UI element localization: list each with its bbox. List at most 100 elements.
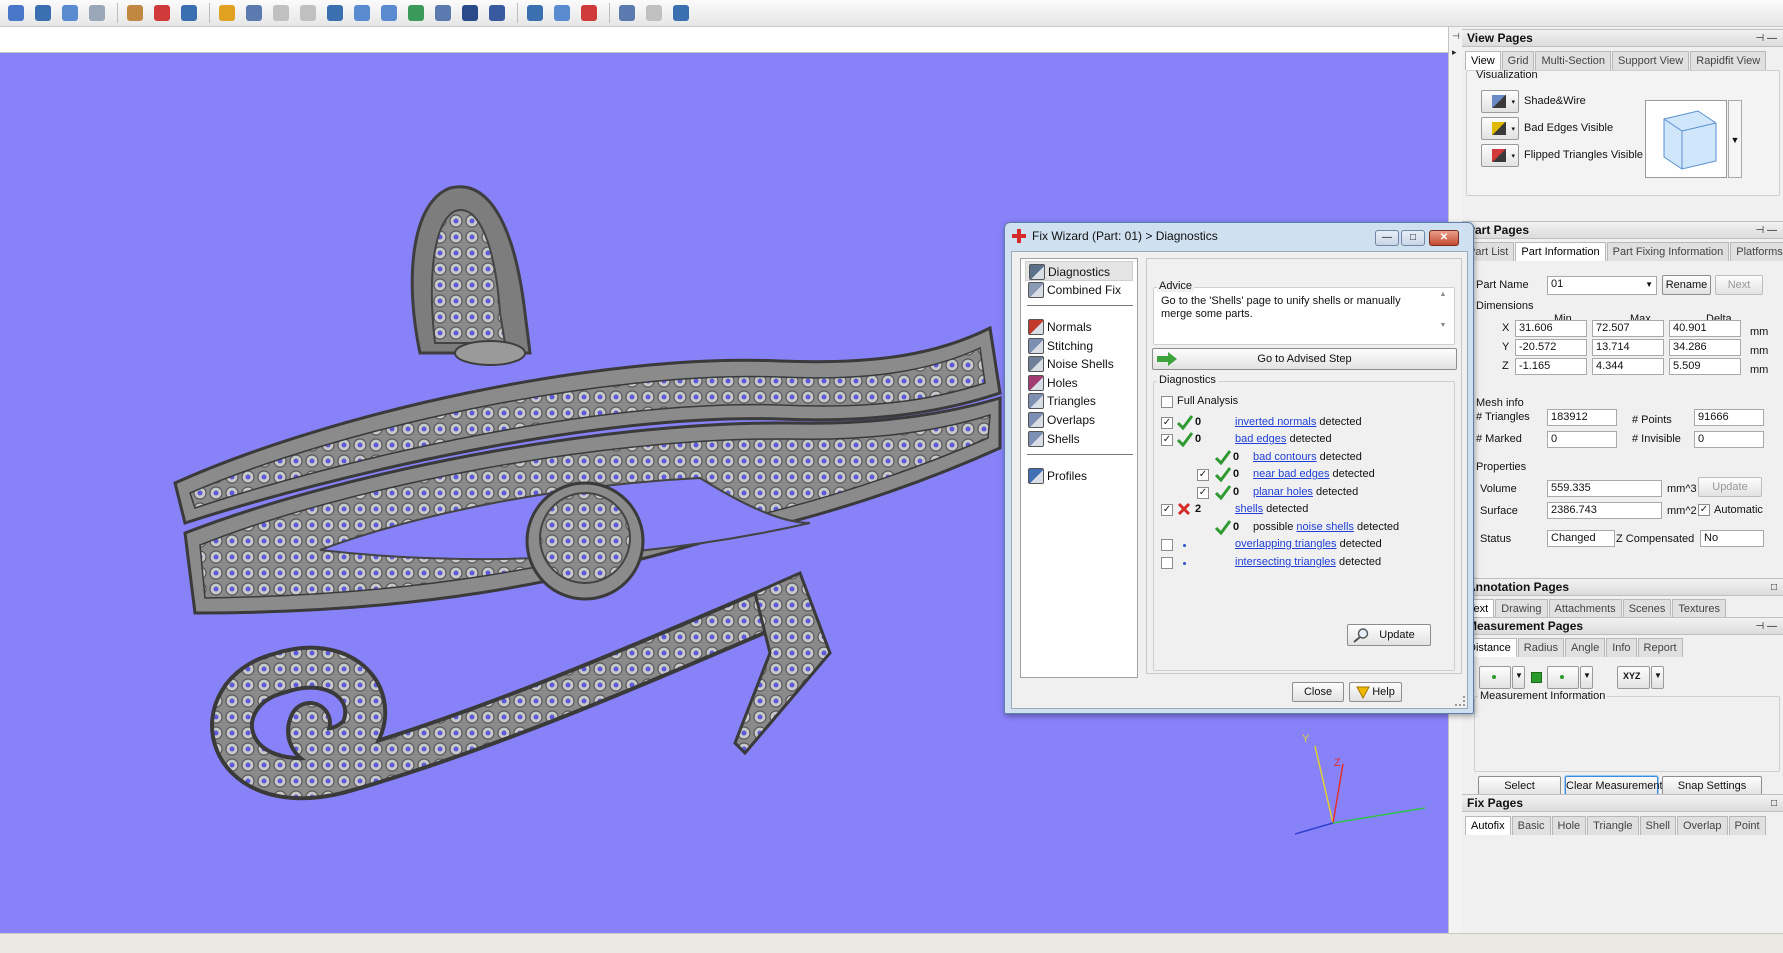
view-tab-grid[interactable]: Grid <box>1501 51 1535 70</box>
diagnostic-link[interactable]: overlapping triangles <box>1235 538 1337 550</box>
link-button[interactable] <box>577 2 601 24</box>
diagnostic-link[interactable]: bad edges <box>1235 433 1286 445</box>
disabled-tool-button[interactable] <box>296 2 320 24</box>
part-pages-header[interactable]: Part Pages ⊣ — <box>1462 221 1783 239</box>
pin-icon[interactable]: ⊣ <box>1452 31 1460 42</box>
flipped-triangles-button[interactable]: ▾ <box>1481 144 1519 167</box>
shade-wire-button[interactable]: ▾ <box>1481 90 1519 113</box>
view-tab-multi-section[interactable]: Multi-Section <box>1535 51 1612 70</box>
measurement-tab-radius[interactable]: Radius <box>1517 638 1565 657</box>
rename-button[interactable]: Rename <box>1662 275 1711 295</box>
view-tab-view[interactable]: View <box>1465 51 1501 70</box>
diagnostic-link[interactable]: shells <box>1235 503 1263 515</box>
measure-button[interactable] <box>615 2 639 24</box>
lightning-button[interactable] <box>523 2 547 24</box>
measurement-tab-info[interactable]: Info <box>1606 638 1637 657</box>
help-button[interactable]: Help <box>1349 682 1402 702</box>
copy-parts-button[interactable] <box>58 2 82 24</box>
fix-tab-autofix[interactable]: Autofix <box>1465 816 1511 835</box>
collapse-arrow-icon[interactable]: ▸ <box>1452 47 1457 58</box>
next-button[interactable]: Next <box>1715 275 1763 295</box>
fix-tab-overlap[interactable]: Overlap <box>1676 816 1728 835</box>
fix-tab-triangle[interactable]: Triangle <box>1587 816 1639 835</box>
paste-button[interactable] <box>85 2 109 24</box>
diagnostic-link[interactable]: bad contours <box>1253 451 1317 463</box>
view-cube-dropdown-icon[interactable]: ▼ <box>1728 100 1742 178</box>
dialog-close-icon[interactable]: ✕ <box>1429 230 1459 246</box>
fix-tab-hole[interactable]: Hole <box>1551 816 1587 835</box>
advice-scrollbar[interactable]: ▲ ▼ <box>1436 291 1450 341</box>
annotation-tab-scenes[interactable]: Scenes <box>1622 599 1672 618</box>
maximize-icon[interactable]: □ <box>1771 795 1777 811</box>
frame-button[interactable] <box>458 2 482 24</box>
clear-measurements-button[interactable]: Clear Measurements <box>1565 776 1668 796</box>
part-tab-part-fixing-information[interactable]: Part Fixing Information <box>1606 242 1730 261</box>
go-to-advised-step-button[interactable]: Go to Advised Step <box>1152 348 1457 370</box>
maximize-icon[interactable]: □ <box>1771 579 1777 595</box>
view-tab-support-view[interactable]: Support View <box>1612 51 1690 70</box>
diagnostic-link[interactable]: inverted normals <box>1235 416 1316 428</box>
diagnostic-checkbox[interactable] <box>1161 557 1173 569</box>
annotation-tab-drawing[interactable]: Drawing <box>1495 599 1548 618</box>
stack-view-button[interactable] <box>350 2 374 24</box>
cube-button[interactable] <box>177 2 201 24</box>
point-dropdown-icon[interactable]: ▼ <box>1512 666 1525 689</box>
annotation-tab-textures[interactable]: Textures <box>1672 599 1726 618</box>
dialog-close-button[interactable]: Close <box>1292 682 1344 702</box>
nav-item-noise-shells[interactable]: Noise Shells <box>1025 354 1133 374</box>
annotation-pages-header[interactable]: Annotation Pages □ <box>1462 578 1783 596</box>
arrow-up-button[interactable] <box>404 2 428 24</box>
wand-button[interactable] <box>215 2 239 24</box>
nav-item-holes[interactable]: Holes <box>1025 373 1133 393</box>
view-cube[interactable] <box>1645 100 1727 178</box>
part-tab-part-information[interactable]: Part Information <box>1515 242 1606 261</box>
pin-close-icon[interactable]: ⊣ — <box>1756 222 1778 238</box>
diagnostics-update-button[interactable]: Update <box>1347 624 1431 646</box>
second-point-button[interactable] <box>1547 666 1579 689</box>
measurement-tab-angle[interactable]: Angle <box>1565 638 1606 657</box>
xyz-button[interactable]: XYZ <box>1617 666 1650 689</box>
nav-item-stitching[interactable]: Stitching <box>1025 336 1133 356</box>
bad-edges-button[interactable]: ▾ <box>1481 117 1519 140</box>
diagnostic-link[interactable]: noise shells <box>1296 521 1353 533</box>
part-tab-platforms[interactable]: Platforms <box>1730 242 1783 261</box>
pin-close-icon[interactable]: ⊣ — <box>1756 30 1778 46</box>
part-name-select[interactable]: 01 ▼ <box>1547 276 1657 295</box>
nav-item-combined-fix[interactable]: Combined Fix <box>1025 280 1133 300</box>
solid-view-button[interactable] <box>323 2 347 24</box>
measurement-pages-header[interactable]: Measurement Pages ⊣ — <box>1462 617 1783 635</box>
full-analysis-checkbox[interactable] <box>1161 396 1173 408</box>
maximize-button[interactable]: □ <box>1401 230 1425 246</box>
annotation-tab-attachments[interactable]: Attachments <box>1548 599 1622 618</box>
diagnostic-checkbox[interactable]: ✓ <box>1161 417 1173 429</box>
diagnostic-checkbox[interactable]: ✓ <box>1161 434 1173 446</box>
export-button[interactable] <box>669 2 693 24</box>
diagnostic-link[interactable]: intersecting triangles <box>1235 556 1336 568</box>
globe-button[interactable] <box>550 2 574 24</box>
pin-close-icon[interactable]: ⊣ — <box>1756 618 1778 634</box>
disabled-tool-button[interactable] <box>642 2 666 24</box>
snap-settings-button[interactable]: Snap Settings <box>1662 776 1762 796</box>
view-tab-rapidfit-view[interactable]: Rapidfit View <box>1690 51 1767 70</box>
automatic-checkbox[interactable]: ✓ <box>1698 504 1710 516</box>
measurement-tab-report[interactable]: Report <box>1637 638 1683 657</box>
sphere-button[interactable] <box>485 2 509 24</box>
nav-item-normals[interactable]: Normals <box>1025 317 1133 337</box>
diagnostic-link[interactable]: planar holes <box>1253 486 1313 498</box>
view-pages-header[interactable]: View Pages ⊣ — <box>1462 29 1783 47</box>
diagnostic-link[interactable]: near bad edges <box>1253 468 1329 480</box>
xyz-dropdown-icon[interactable]: ▼ <box>1651 666 1664 689</box>
cut-view-button[interactable] <box>377 2 401 24</box>
text-tool-button[interactable] <box>242 2 266 24</box>
resize-grip[interactable] <box>1455 696 1465 706</box>
diagnostic-checkbox[interactable]: ✓ <box>1197 469 1209 481</box>
nav-item-triangles[interactable]: Triangles <box>1025 391 1133 411</box>
second-point-dropdown-icon[interactable]: ▼ <box>1580 666 1593 689</box>
fix-tab-basic[interactable]: Basic <box>1511 816 1551 835</box>
minimize-button[interactable]: — <box>1375 230 1399 246</box>
diagnostic-checkbox[interactable]: ✓ <box>1197 487 1209 499</box>
fix-tab-point[interactable]: Point <box>1728 816 1766 835</box>
point-select-button[interactable] <box>1479 666 1511 689</box>
nav-item-overlaps[interactable]: Overlaps <box>1025 410 1133 430</box>
nav-item-diagnostics[interactable]: Diagnostics <box>1025 261 1133 281</box>
